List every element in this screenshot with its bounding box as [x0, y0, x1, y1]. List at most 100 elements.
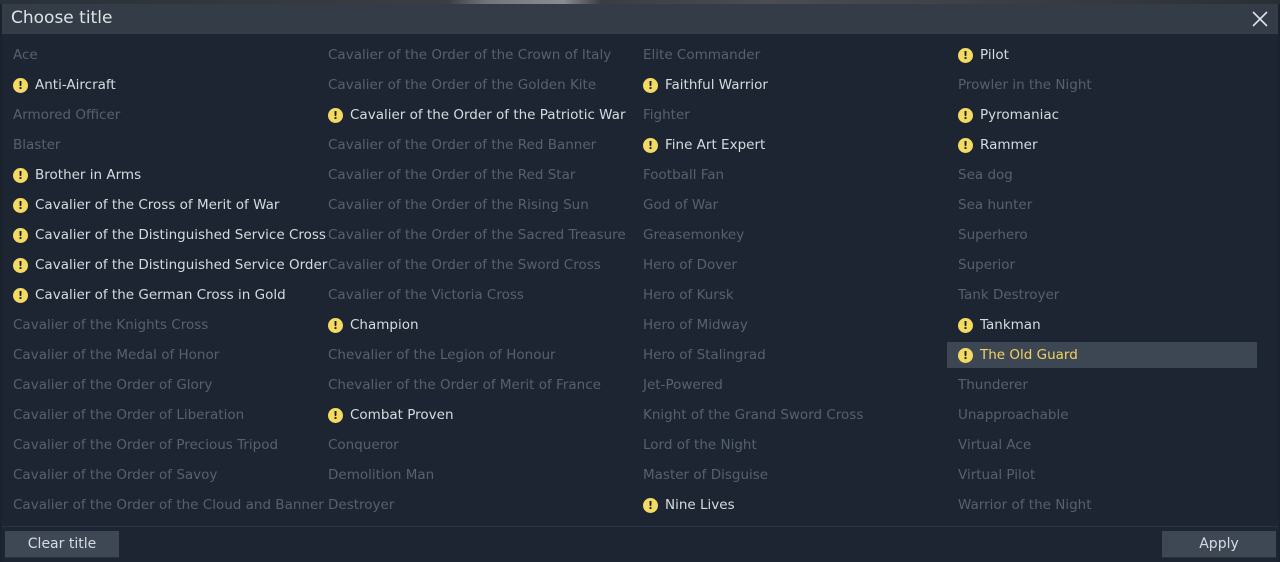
- exclamation-icon: [643, 138, 658, 153]
- title-item[interactable]: Thunderer: [947, 372, 1257, 398]
- title-item-label: Superhero: [958, 227, 1028, 243]
- title-item[interactable]: Chevalier of the Legion of Honour: [317, 342, 627, 368]
- exclamation-icon: [643, 498, 658, 513]
- title-item[interactable]: Anti-Aircraft: [2, 72, 312, 98]
- title-item[interactable]: Destroyer: [317, 492, 627, 518]
- title-item-label: Chevalier of the Legion of Honour: [328, 347, 556, 363]
- title-item[interactable]: Cavalier of the Order of Glory: [2, 372, 312, 398]
- title-item[interactable]: Cavalier of the Distinguished Service Cr…: [2, 222, 326, 248]
- title-item[interactable]: Greasemonkey: [632, 222, 942, 248]
- title-item[interactable]: Brother in Arms: [2, 162, 312, 188]
- title-item[interactable]: Superior: [947, 252, 1257, 278]
- title-item[interactable]: Cavalier of the Cross of Merit of War: [2, 192, 312, 218]
- dialog-title: Choose title: [11, 8, 113, 28]
- title-item-label: The Old Guard: [980, 347, 1078, 363]
- title-item[interactable]: Virtual Ace: [947, 432, 1257, 458]
- title-item[interactable]: Pilot: [947, 42, 1257, 68]
- title-item[interactable]: Cavalier of the Order of Liberation: [2, 402, 312, 428]
- title-item-label: Lord of the Night: [643, 437, 757, 453]
- title-item[interactable]: Football Fan: [632, 162, 942, 188]
- title-item[interactable]: Hero of Kursk: [632, 282, 942, 308]
- title-item[interactable]: Cavalier of the Order of the Rising Sun: [317, 192, 627, 218]
- title-item[interactable]: Cavalier of the Order of the Sword Cross: [317, 252, 627, 278]
- title-item[interactable]: Hero of Midway: [632, 312, 942, 338]
- title-item-label: Cavalier of the Order of the Cloud and B…: [13, 497, 324, 513]
- title-item-label: Virtual Pilot: [958, 467, 1036, 483]
- close-icon: [1252, 11, 1268, 27]
- title-item-label: God of War: [643, 197, 719, 213]
- title-item-label: Cavalier of the Order of the Red Banner: [328, 137, 597, 153]
- title-item-label: Cavalier of the Distinguished Service Or…: [35, 257, 328, 273]
- exclamation-icon: [13, 258, 28, 273]
- title-item[interactable]: Cavalier of the Order of the Patriotic W…: [317, 102, 627, 128]
- title-item-label: Cavalier of the Order of Savoy: [13, 467, 218, 483]
- title-item[interactable]: Jet-Powered: [632, 372, 942, 398]
- title-item[interactable]: Warrior of the Night: [947, 492, 1257, 518]
- title-item[interactable]: Blaster: [2, 132, 312, 158]
- title-item[interactable]: Cavalier of the Order of the Golden Kite: [317, 72, 627, 98]
- title-item[interactable]: Cavalier of the Order of the Red Star: [317, 162, 627, 188]
- title-item[interactable]: Armored Officer: [2, 102, 312, 128]
- apply-button[interactable]: Apply: [1162, 531, 1276, 558]
- title-item-label: Sea dog: [958, 167, 1013, 183]
- title-item[interactable]: Elite Commander: [632, 42, 942, 68]
- exclamation-icon: [13, 168, 28, 183]
- title-item[interactable]: Unapproachable: [947, 402, 1257, 428]
- title-item-label: Demolition Man: [328, 467, 435, 483]
- title-item[interactable]: Cavalier of the Order of the Cloud and B…: [2, 492, 324, 518]
- close-button[interactable]: [1248, 7, 1272, 31]
- title-item-label: Faithful Warrior: [665, 77, 768, 93]
- title-item[interactable]: Sea dog: [947, 162, 1257, 188]
- title-item[interactable]: Nine Lives: [632, 492, 942, 518]
- dialog-titlebar: Choose title: [2, 4, 1278, 34]
- title-item[interactable]: Virtual Pilot: [947, 462, 1257, 488]
- title-item-selected[interactable]: The Old Guard: [947, 342, 1257, 368]
- title-item-label: Hero of Midway: [643, 317, 748, 333]
- title-item[interactable]: Cavalier of the Distinguished Service Or…: [2, 252, 327, 278]
- title-item[interactable]: Hero of Dover: [632, 252, 942, 278]
- title-item[interactable]: Rammer: [947, 132, 1257, 158]
- title-item[interactable]: Master of Disguise: [632, 462, 942, 488]
- title-item-label: Conqueror: [328, 437, 399, 453]
- title-item[interactable]: Cavalier of the Order of the Sacred Trea…: [317, 222, 627, 248]
- title-item[interactable]: Tank Destroyer: [947, 282, 1257, 308]
- title-item[interactable]: God of War: [632, 192, 942, 218]
- title-item[interactable]: Demolition Man: [317, 462, 627, 488]
- title-item[interactable]: Cavalier of the Knights Cross: [2, 312, 312, 338]
- title-item[interactable]: Pyromaniac: [947, 102, 1257, 128]
- title-item[interactable]: Tankman: [947, 312, 1257, 338]
- title-item[interactable]: Superhero: [947, 222, 1257, 248]
- title-item[interactable]: Cavalier of the Order of the Red Banner: [317, 132, 627, 158]
- title-item[interactable]: Cavalier of the German Cross in Gold: [2, 282, 312, 308]
- title-item[interactable]: Combat Proven: [317, 402, 627, 428]
- title-item[interactable]: Fine Art Expert: [632, 132, 942, 158]
- title-item-label: Superior: [958, 257, 1016, 273]
- title-item-label: Pyromaniac: [980, 107, 1060, 123]
- title-item[interactable]: Fighter: [632, 102, 942, 128]
- title-item[interactable]: Faithful Warrior: [632, 72, 942, 98]
- title-item[interactable]: Cavalier of the Victoria Cross: [317, 282, 627, 308]
- title-item[interactable]: Ace: [2, 42, 312, 68]
- title-item[interactable]: Cavalier of the Medal of Honor: [2, 342, 312, 368]
- title-item[interactable]: Champion: [317, 312, 627, 338]
- title-item[interactable]: Cavalier of the Order of Precious Tripod: [2, 432, 312, 458]
- title-item-label: Fine Art Expert: [665, 137, 766, 153]
- title-item-label: Cavalier of the German Cross in Gold: [35, 287, 286, 303]
- title-item-label: Cavalier of the Knights Cross: [13, 317, 209, 333]
- title-item-label: Jet-Powered: [643, 377, 723, 393]
- title-item[interactable]: Cavalier of the Order of Savoy: [2, 462, 312, 488]
- clear-title-button[interactable]: Clear title: [5, 531, 119, 558]
- title-item-label: Cavalier of the Order of the Golden Kite: [328, 77, 597, 93]
- title-item-label: Football Fan: [643, 167, 725, 183]
- title-item[interactable]: Knight of the Grand Sword Cross: [632, 402, 942, 428]
- title-item[interactable]: Chevalier of the Order of Merit of Franc…: [317, 372, 627, 398]
- title-item-label: Elite Commander: [643, 47, 761, 63]
- title-item[interactable]: Conqueror: [317, 432, 627, 458]
- title-item-label: Destroyer: [328, 497, 395, 513]
- title-item[interactable]: Prowler in the Night: [947, 72, 1257, 98]
- title-item-label: Cavalier of the Order of the Crown of It…: [328, 47, 612, 63]
- title-item[interactable]: Cavalier of the Order of the Crown of It…: [317, 42, 627, 68]
- title-item[interactable]: Lord of the Night: [632, 432, 942, 458]
- title-item[interactable]: Sea hunter: [947, 192, 1257, 218]
- title-item[interactable]: Hero of Stalingrad: [632, 342, 942, 368]
